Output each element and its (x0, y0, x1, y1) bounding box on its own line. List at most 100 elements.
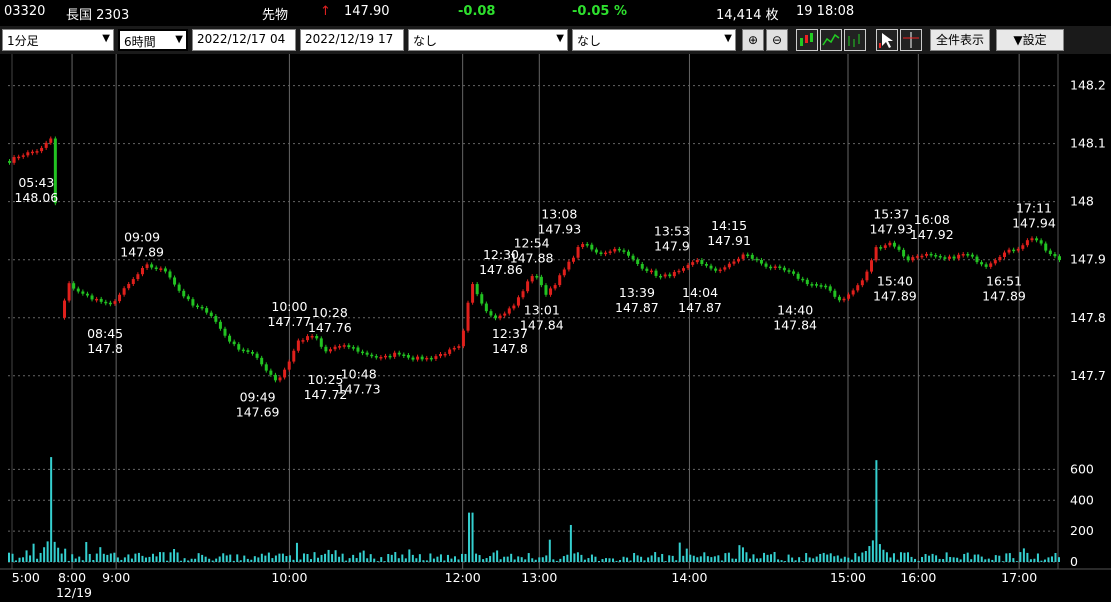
date-from-input[interactable]: 2022/12/17 04 (192, 29, 296, 51)
volume-bar (850, 559, 853, 562)
volume-bar (218, 556, 221, 562)
candle-body (361, 351, 365, 354)
volume-bar (53, 541, 56, 562)
volume-bar (510, 553, 513, 562)
candle-body (108, 302, 112, 305)
candle-body (374, 356, 378, 358)
candle-body (980, 262, 984, 265)
candle-body (805, 279, 809, 285)
candle-body (778, 266, 782, 269)
chevron-down-icon: ▼ (724, 33, 732, 44)
price-chart[interactable]: 05:43148.0608:45147.809:09147.8909:49147… (0, 54, 1111, 602)
candle-body (278, 377, 282, 381)
candle-body (851, 290, 855, 295)
annotation-time: 13:53 (654, 224, 690, 239)
annotation-price: 147.87 (615, 300, 659, 315)
volume-bar (685, 548, 688, 562)
candle-body (406, 355, 410, 358)
indicator-select-2[interactable]: なし ▼ (572, 29, 736, 51)
candle-body (516, 297, 520, 306)
volume-bar (520, 557, 523, 562)
date-to-input[interactable]: 2022/12/19 17 (300, 29, 404, 51)
volume-bar (576, 552, 579, 562)
candle-body (732, 261, 736, 264)
chevron-down-icon: ▼ (175, 34, 183, 45)
candle-body (581, 244, 585, 248)
candle-body (549, 288, 553, 295)
candle-body (512, 305, 516, 309)
candle-body (636, 259, 640, 265)
candle-chart-button[interactable] (796, 29, 818, 51)
annotation-price: 147.93 (537, 221, 581, 236)
volume-bar (1012, 558, 1015, 562)
candle-body (283, 369, 287, 378)
annotation-time: 14:04 (682, 285, 718, 300)
volume-bar (453, 556, 456, 562)
candle-body (163, 268, 167, 272)
indicator-select-1[interactable]: なし ▼ (408, 29, 568, 51)
time-tick-label: 9:00 (102, 570, 130, 585)
annotation-time: 10:28 (312, 305, 348, 320)
candle-body (44, 142, 48, 148)
crosshair-tool-button[interactable] (900, 29, 922, 51)
cursor-tool-button[interactable] (876, 29, 898, 51)
price-tick-label: 147.7 (1070, 368, 1106, 383)
candle-body (1058, 256, 1061, 261)
volume-bar (496, 550, 499, 562)
candle-body (365, 352, 369, 355)
show-all-button[interactable]: 全件表示 (930, 29, 990, 51)
candle-body (1002, 252, 1006, 257)
candle-body (200, 306, 204, 309)
line-chart-button[interactable] (820, 29, 842, 51)
volume-bar (664, 561, 667, 562)
volume-bar (899, 552, 902, 562)
candle-body (709, 265, 713, 269)
candle-body (590, 244, 594, 250)
candle-body (828, 286, 832, 291)
settings-button[interactable]: ▼設定 (996, 29, 1064, 51)
candle-body (475, 284, 479, 295)
price-tick-label: 148.2 (1070, 78, 1106, 93)
zoom-in-button[interactable]: ⊕ (742, 29, 764, 51)
volume-bar (478, 555, 481, 562)
volume-bar (650, 555, 653, 562)
volume-bar (489, 556, 492, 562)
volume-bar (331, 554, 334, 562)
time-tick-label: 8:00 (58, 570, 86, 585)
span-select[interactable]: 6時間 ▼ (118, 29, 188, 51)
span-value: 6時間 (124, 35, 156, 49)
annotation-price: 147.76 (308, 320, 352, 335)
volume-bar (864, 551, 867, 562)
last-price: 147.90 (344, 4, 390, 19)
chevron-down-icon: ▼ (102, 33, 110, 44)
candle-body (17, 156, 21, 159)
volume-bar (731, 558, 734, 562)
price-tick-label: 147.8 (1070, 310, 1106, 325)
candle-body (72, 283, 76, 289)
candle-body (879, 247, 883, 249)
volume-bar (777, 559, 780, 562)
annotation-price: 147.8 (87, 341, 123, 356)
interval-value: 1分足 (7, 34, 39, 48)
candle-body (471, 284, 475, 303)
volume-bar (647, 557, 650, 562)
volume-bar (766, 554, 769, 562)
volume-bar (699, 556, 702, 562)
volume-bar (706, 556, 709, 562)
volume-bar (555, 560, 558, 562)
volume-bar (404, 558, 407, 562)
volume-tick-label: 400 (1070, 492, 1094, 507)
volume-bar (524, 559, 527, 562)
volume-bar (429, 553, 432, 562)
bar-chart-button[interactable] (844, 29, 866, 51)
candle-body (562, 269, 566, 276)
volume-bar (626, 557, 629, 562)
interval-select[interactable]: 1分足 ▼ (2, 29, 114, 51)
annotation-time: 13:39 (619, 285, 655, 300)
volume-bar (109, 553, 112, 562)
volume-bar (633, 552, 636, 562)
zoom-out-button[interactable]: ⊖ (766, 29, 788, 51)
candle-body (920, 255, 924, 258)
volume-bar (696, 557, 699, 562)
volume-bar (81, 560, 84, 562)
